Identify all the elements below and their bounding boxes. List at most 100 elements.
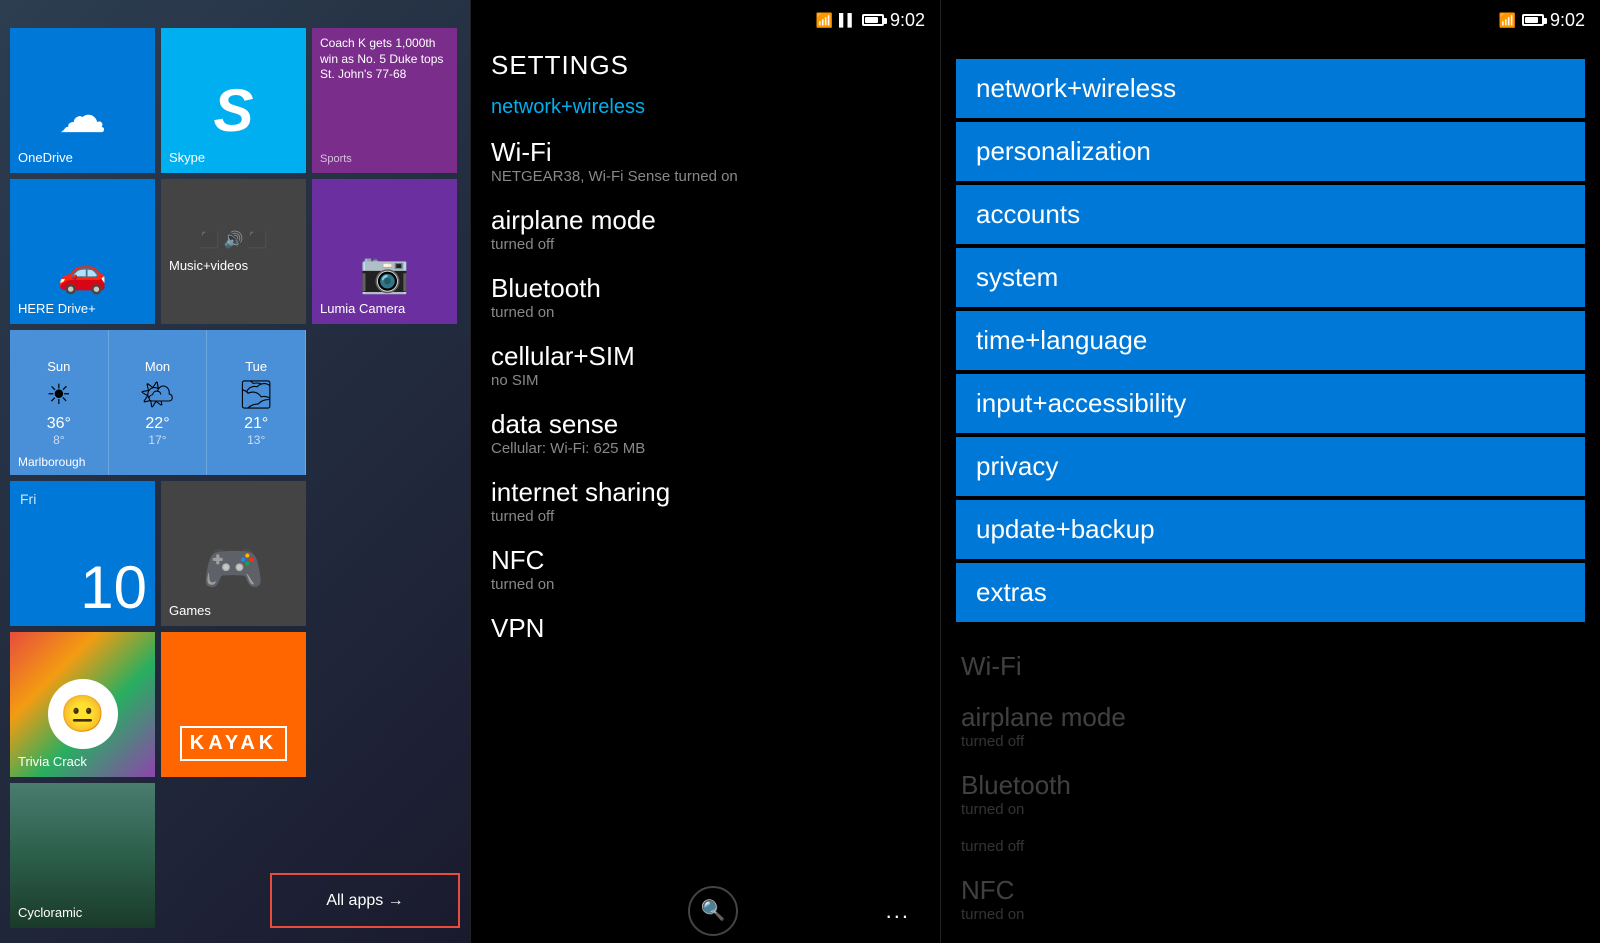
weather-day-mon: Mon 🌤 22° 17° bbox=[109, 330, 208, 475]
cellular-title: cellular+SIM bbox=[491, 341, 920, 372]
mv-icon-1: ⬛ bbox=[200, 230, 220, 250]
tile-skype[interactable]: S Skype bbox=[161, 28, 306, 173]
menu-network-label: network+wireless bbox=[976, 73, 1176, 103]
tile-camera[interactable]: 📷 Lumia Camera bbox=[312, 179, 457, 324]
weather-mon-low: 17° bbox=[148, 433, 166, 447]
tile-row-1: ☁ OneDrive S Skype Coach K gets 1,000th … bbox=[10, 28, 460, 173]
settings-item-internetsharing[interactable]: internet sharing turned off bbox=[471, 467, 940, 535]
weather-sun-high: 36° bbox=[47, 415, 71, 433]
right-battery-icon bbox=[1522, 14, 1544, 26]
bg-airplane-sub: turned off bbox=[961, 733, 1580, 750]
skype-icon: S bbox=[213, 76, 253, 145]
weather-day-sun: Sun ☀ 36° 8° bbox=[10, 330, 109, 475]
menu-accounts-label: accounts bbox=[976, 199, 1080, 229]
menu-item-extras[interactable]: extras bbox=[956, 563, 1585, 622]
datasense-title: data sense bbox=[491, 409, 920, 440]
bg-bluetooth-sub: turned on bbox=[961, 801, 1580, 818]
menu-item-network[interactable]: network+wireless bbox=[956, 59, 1585, 118]
tile-musicvideos[interactable]: ⬛ 🔊 ⬛ Music+videos bbox=[161, 179, 306, 324]
settings-item-bluetooth[interactable]: Bluetooth turned on bbox=[471, 263, 940, 331]
weather-sun-label: Sun bbox=[47, 359, 70, 374]
tile-onedrive-label: OneDrive bbox=[18, 150, 73, 165]
settings-bottom-bar: 🔍 ... bbox=[471, 878, 940, 943]
tile-kayak[interactable]: KAYAK bbox=[161, 632, 306, 777]
search-button[interactable]: 🔍 bbox=[688, 886, 738, 936]
sports-news: Coach K gets 1,000th win as No. 5 Duke t… bbox=[320, 36, 449, 83]
bg-item-turned-off: Wi-Fi bbox=[956, 641, 1585, 692]
wifi-title: Wi-Fi bbox=[491, 137, 920, 168]
settings-item-nfc[interactable]: NFC turned on bbox=[471, 535, 940, 603]
nfc-title: NFC bbox=[491, 545, 920, 576]
menu-item-accessibility[interactable]: input+accessibility bbox=[956, 374, 1585, 433]
weather-mon-high: 22° bbox=[145, 415, 169, 433]
right-status-bar: 📶 9:02 bbox=[941, 0, 1600, 40]
menu-privacy-label: privacy bbox=[976, 451, 1058, 481]
menu-item-timelanguage[interactable]: time+language bbox=[956, 311, 1585, 370]
internetsharing-title: internet sharing bbox=[491, 477, 920, 508]
menu-timelanguage-label: time+language bbox=[976, 325, 1147, 355]
tile-onedrive[interactable]: ☁ OneDrive bbox=[10, 28, 155, 173]
tiles-container: ☁ OneDrive S Skype Coach K gets 1,000th … bbox=[10, 28, 460, 863]
menu-system-label: system bbox=[976, 262, 1058, 292]
tile-cycloramic[interactable]: Cycloramic bbox=[10, 783, 155, 928]
menu-item-accounts[interactable]: accounts bbox=[956, 185, 1585, 244]
vpn-title: VPN bbox=[491, 613, 920, 644]
settings-item-vpn[interactable]: VPN bbox=[471, 603, 940, 654]
menu-accessibility-label: input+accessibility bbox=[976, 388, 1186, 418]
calendar-date-number: 10 bbox=[80, 558, 147, 618]
settings-panel: 📶 ▌▌ 9:02 SETTINGS network+wireless Wi-F… bbox=[470, 0, 940, 943]
tile-herdrive-label: HERE Drive+ bbox=[18, 301, 96, 316]
all-apps-button[interactable]: All apps → bbox=[270, 873, 460, 928]
internetsharing-subtitle: turned off bbox=[491, 508, 920, 525]
mv-icons-grid: ⬛ 🔊 ⬛ bbox=[200, 230, 268, 250]
settings-section-label: network+wireless bbox=[471, 86, 940, 127]
weather-sun-icon: ☀ bbox=[46, 378, 71, 411]
tile-calendar[interactable]: Fri 10 bbox=[10, 481, 155, 626]
weather-tue-label: Tue bbox=[245, 359, 267, 374]
tile-triviacrack-label: Trivia Crack bbox=[18, 754, 87, 769]
tile-triviacrack[interactable]: 😐 Trivia Crack bbox=[10, 632, 155, 777]
bg-nfc-sub: turned on bbox=[961, 906, 1580, 923]
right-wifi-icon: 📶 bbox=[1499, 12, 1516, 29]
status-icons: 📶 ▌▌ 9:02 bbox=[816, 10, 926, 31]
menu-item-system[interactable]: system bbox=[956, 248, 1585, 307]
tile-herdrive[interactable]: 🚗 HERE Drive+ bbox=[10, 179, 155, 324]
settings-scroll[interactable]: network+wireless Wi-Fi NETGEAR38, Wi-Fi … bbox=[471, 86, 940, 879]
bluetooth-title: Bluetooth bbox=[491, 273, 920, 304]
menu-item-privacy[interactable]: privacy bbox=[956, 437, 1585, 496]
bg-turnedoff2: turned off bbox=[961, 838, 1580, 855]
settings-menu-list: network+wireless personalization account… bbox=[941, 40, 1600, 641]
right-status-time: 9:02 bbox=[1550, 10, 1585, 31]
settings-item-datasense[interactable]: data sense Cellular: Wi-Fi: 625 MB bbox=[471, 399, 940, 467]
menu-item-update[interactable]: update+backup bbox=[956, 500, 1585, 559]
camera-icon: 📷 bbox=[360, 249, 410, 296]
settings-item-airplane[interactable]: airplane mode turned off bbox=[471, 195, 940, 263]
bg-airplane: airplane mode bbox=[961, 702, 1580, 733]
right-status-icons: 📶 9:02 bbox=[1499, 10, 1585, 31]
weather-tue-low: 13° bbox=[247, 433, 265, 447]
start-screen: ☁ OneDrive S Skype Coach K gets 1,000th … bbox=[0, 0, 470, 943]
menu-personalization-label: personalization bbox=[976, 136, 1151, 166]
settings-item-wifi[interactable]: Wi-Fi NETGEAR38, Wi-Fi Sense turned on bbox=[471, 127, 940, 195]
bluetooth-subtitle: turned on bbox=[491, 304, 920, 321]
settings-item-cellular[interactable]: cellular+SIM no SIM bbox=[471, 331, 940, 399]
tile-sports[interactable]: Coach K gets 1,000th win as No. 5 Duke t… bbox=[312, 28, 457, 173]
airplane-subtitle: turned off bbox=[491, 236, 920, 253]
wifi-subtitle: NETGEAR38, Wi-Fi Sense turned on bbox=[491, 168, 920, 185]
cellular-subtitle: no SIM bbox=[491, 372, 920, 389]
weather-day-tue: Tue 🌫 21° 13° bbox=[207, 330, 306, 475]
weather-mon-label: Mon bbox=[145, 359, 170, 374]
tile-weather[interactable]: Sun ☀ 36° 8° Mon 🌤 22° 17° Tue 🌫 21° 13° bbox=[10, 330, 306, 475]
menu-item-personalization[interactable]: personalization bbox=[956, 122, 1585, 181]
signal-icon: ▌▌ bbox=[839, 13, 856, 27]
settings-menu-panel: 📶 9:02 network+wireless personalization … bbox=[940, 0, 1600, 943]
tile-row-weather: Sun ☀ 36° 8° Mon 🌤 22° 17° Tue 🌫 21° 13° bbox=[10, 330, 460, 475]
weather-mon-icon: 🌤 bbox=[140, 378, 176, 411]
tile-games[interactable]: 🎮 Games bbox=[161, 481, 306, 626]
games-icon: 🎮 bbox=[202, 539, 264, 598]
more-options-button[interactable]: ... bbox=[886, 898, 910, 924]
datasense-subtitle: Cellular: Wi-Fi: 625 MB bbox=[491, 440, 920, 457]
menu-update-label: update+backup bbox=[976, 514, 1155, 544]
tile-musicvideos-label: Music+videos bbox=[169, 258, 248, 273]
mv-icon-3: ⬛ bbox=[247, 230, 267, 250]
